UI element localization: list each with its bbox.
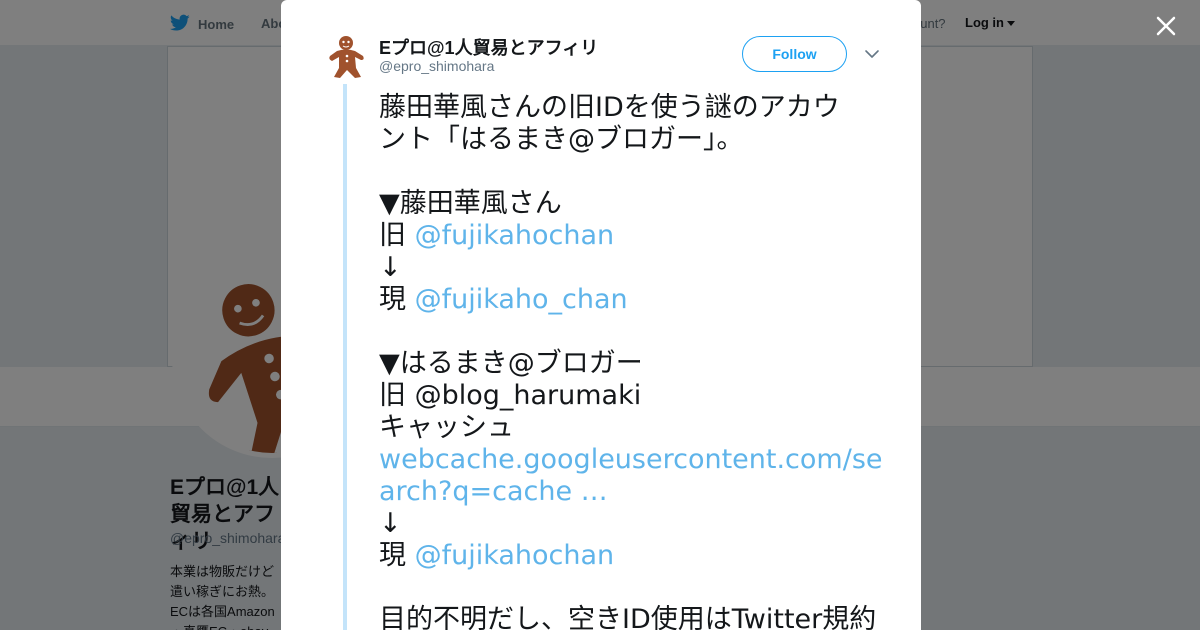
- tweet-text: 藤田華風さんの旧IDを使う謎のアカウ ント「はるまき@ブロガー」。 ▼藤田華風さ…: [379, 92, 884, 630]
- tweet-line: 旧 @blog_harumaki: [379, 380, 642, 411]
- author-avatar[interactable]: [327, 34, 367, 80]
- follow-button[interactable]: Follow: [742, 36, 847, 72]
- tweet-line: ▼はるまき@ブロガー: [379, 348, 643, 379]
- tweet-modal: Eプロ@1人貿易とアフィリ @epro_shimohara Follow 藤田華…: [281, 0, 921, 630]
- arrow-line: ↓: [379, 508, 402, 539]
- thread-line: [343, 84, 347, 630]
- tweet-line: ント「はるまき@ブロガー」。: [379, 124, 744, 155]
- chevron-down-icon: [865, 50, 879, 58]
- cache-url-link[interactable]: webcache.googleusercontent.com/search?q=…: [379, 444, 883, 507]
- close-button[interactable]: [1150, 10, 1182, 42]
- current-label: 現: [379, 284, 415, 315]
- author-handle[interactable]: @epro_shimohara: [379, 58, 494, 74]
- close-icon: [1156, 16, 1176, 36]
- mention-link[interactable]: @fujikaho_chan: [415, 284, 628, 315]
- tweet-line: 現 @fujikahochan: [379, 540, 884, 572]
- tweet-options-button[interactable]: [863, 46, 881, 62]
- tweet-line: 藤田華風さんの旧IDを使う謎のアカウ: [379, 92, 840, 123]
- tweet-line: 旧 @fujikahochan: [379, 220, 884, 252]
- tweet-line: 目的不明だし、空きID使用はTwitter規約: [379, 604, 877, 630]
- tweet-line: ▼藤田華風さん: [379, 188, 562, 219]
- mention-link[interactable]: @fujikahochan: [415, 220, 615, 251]
- tweet-line: 現 @fujikaho_chan: [379, 284, 884, 316]
- author-name[interactable]: Eプロ@1人貿易とアフィリ: [379, 34, 598, 60]
- tweet-line: キャッシュ: [379, 412, 514, 443]
- current-label: 現: [379, 540, 415, 571]
- gingerbread-avatar: [329, 36, 364, 78]
- mention-link[interactable]: @fujikahochan: [415, 540, 615, 571]
- old-label: 旧: [379, 220, 415, 251]
- arrow-line: ↓: [379, 252, 402, 283]
